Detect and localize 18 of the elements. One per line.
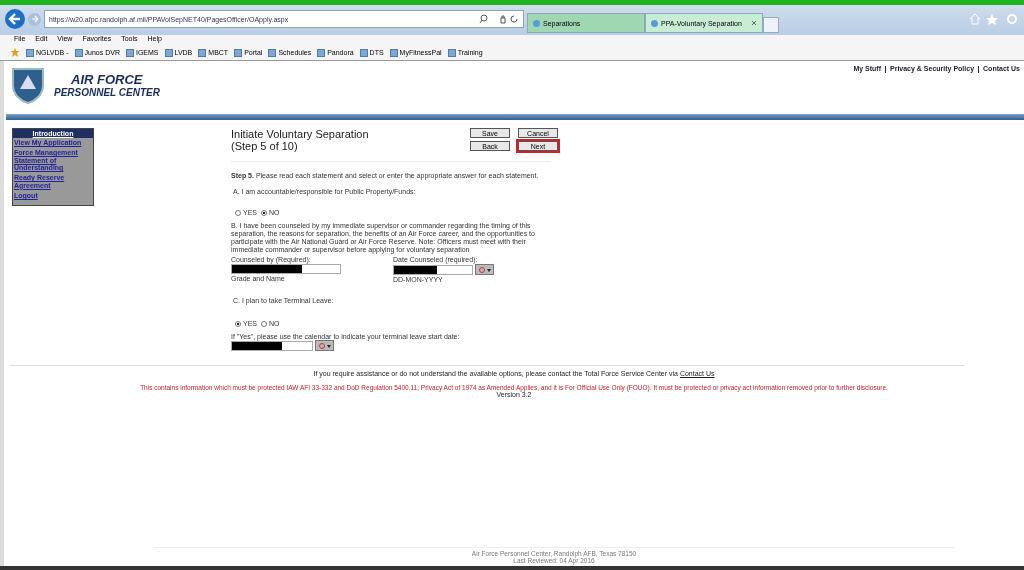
date-field[interactable] bbox=[231, 340, 313, 351]
address-tools-icon[interactable] bbox=[479, 14, 519, 24]
input-field[interactable] bbox=[231, 264, 341, 275]
globe-icon bbox=[651, 19, 658, 27]
logo-subtitle: PERSONNEL CENTER bbox=[54, 87, 160, 98]
redaction bbox=[394, 265, 437, 274]
favorites-star-icon[interactable] bbox=[10, 48, 20, 57]
date-field[interactable] bbox=[393, 264, 473, 275]
back-button[interactable] bbox=[5, 9, 25, 29]
logo-title: AIR FORCE bbox=[70, 72, 144, 87]
calendar-button[interactable] bbox=[315, 340, 334, 352]
close-icon[interactable] bbox=[751, 20, 757, 26]
calendar-button[interactable] bbox=[475, 264, 494, 276]
step-indicator: (Step 5 of 10) bbox=[231, 140, 299, 152]
page-title: Initiate Voluntary Separation bbox=[231, 128, 369, 140]
redaction bbox=[232, 265, 302, 274]
redaction bbox=[232, 341, 282, 350]
globe-icon bbox=[533, 19, 540, 27]
